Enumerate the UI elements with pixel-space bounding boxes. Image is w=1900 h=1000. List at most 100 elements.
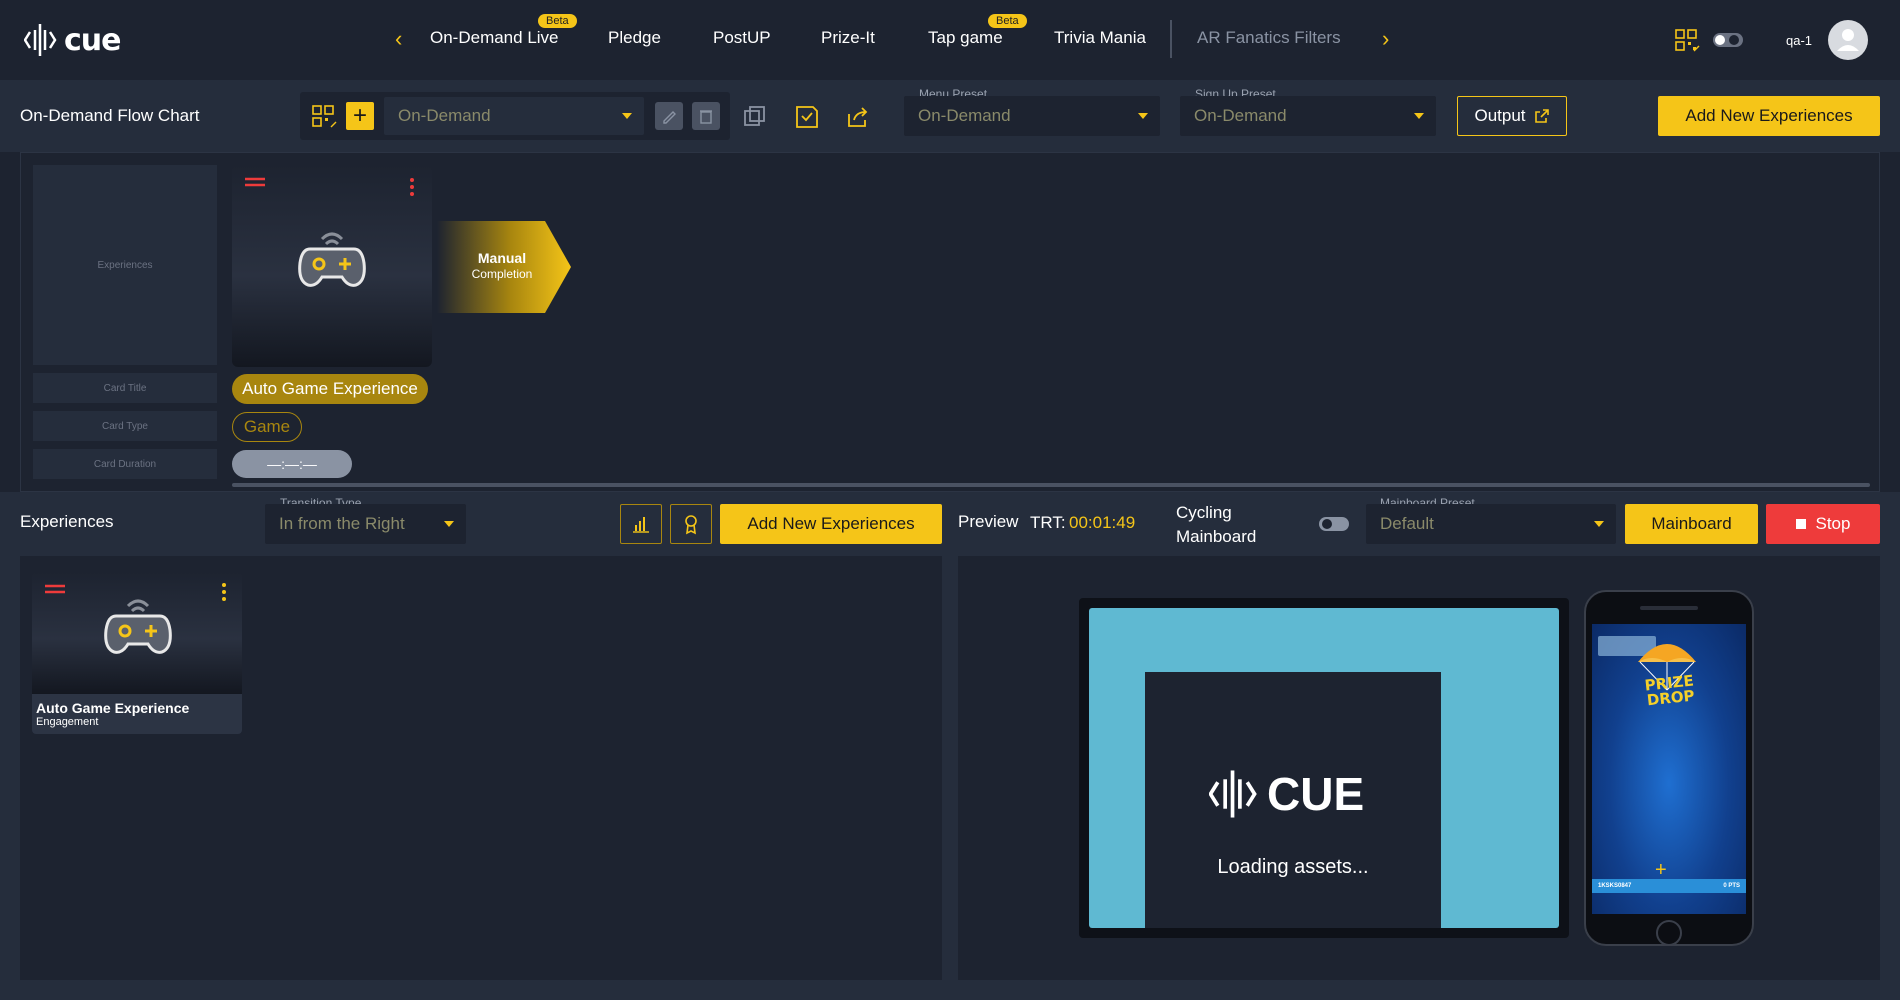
phone-screen: PRIZE DROP + 1KSKS0847 0 PTS [1592,624,1746,914]
beta-badge: Beta [538,14,577,28]
cycling-mainboard-label: Cycling Mainboard [1176,503,1257,546]
chevron-down-icon [1414,113,1424,119]
share-icon[interactable] [845,104,871,130]
transition-type-select[interactable]: In from the Right [265,504,466,544]
external-link-icon [1534,109,1549,123]
add-new-experiences-button[interactable]: Add New Experiences [1658,96,1880,136]
experience-card-subtitle: Engagement [36,716,99,728]
card-duration-pill[interactable]: —:—:— [232,450,352,478]
ghost-experiences-slot: Experiences [33,165,217,365]
top-nav: cue ‹ Beta On-Demand Live Pledge PostUP … [0,0,1900,80]
add-flow-button[interactable]: + [346,102,374,130]
output-button[interactable]: Output [1457,96,1567,136]
menu-preset-value: On-Demand [918,106,1011,125]
stop-button[interactable]: Stop [1766,504,1880,544]
phone-preview-frame: PRIZE DROP + 1KSKS0847 0 PTS [1584,590,1754,946]
transition-type-value: In from the Right [279,514,405,533]
duplicate-icon[interactable] [742,104,768,130]
card-type-pill[interactable]: Game [232,412,302,442]
loading-text: Loading assets... [1217,856,1369,878]
page-title: On-Demand Flow Chart [20,106,200,125]
nav-item-ar-fanatics-filters[interactable]: AR Fanatics Filters [1197,28,1341,48]
pencil-icon [663,111,676,124]
completion-title: Manual [477,250,527,266]
phone-home-button [1656,920,1682,946]
screen-logo-text: CUE [1267,768,1365,820]
screen-cue-logo: CUE [1209,762,1364,826]
nav-item-on-demand-live[interactable]: On-Demand Live [430,28,559,48]
crosshair-icon: + [1655,859,1667,881]
experiences-toolbar: Experiences Transition Type In from the … [0,492,1900,556]
cycling-toggle[interactable] [1318,514,1350,534]
chevron-down-icon [1594,521,1604,527]
phone-points: 0 PTS [1723,883,1740,889]
experiences-title: Experiences [20,512,114,531]
more-options-icon[interactable] [408,177,416,197]
mainboard-preset-value: Default [1380,514,1434,533]
analytics-button[interactable] [620,504,662,544]
signup-preset-value: On-Demand [1194,106,1287,125]
chevron-down-icon [1138,113,1148,119]
gamepad-icon [298,232,366,287]
ghost-card-type: Card Type [33,411,217,441]
mainboard-preset-select[interactable]: Default [1366,504,1616,544]
flow-select-value: On-Demand [398,106,491,125]
nav-next-arrow-icon[interactable]: › [1382,26,1389,52]
cue-logo-icon [1209,770,1257,818]
qr-code-icon[interactable] [312,105,338,129]
user-icon [1837,29,1859,51]
signup-preset-select[interactable]: On-Demand [1180,96,1436,136]
gamepad-icon [104,599,172,654]
theme-toggle-icon[interactable] [1712,30,1744,50]
nav-item-pledge[interactable]: Pledge [608,28,661,48]
ghost-card-duration: Card Duration [33,449,217,479]
experience-card-title: Auto Game Experience [36,700,190,716]
flow-toolbar: On-Demand Flow Chart + On-Demand Menu Pr… [0,80,1900,152]
avatar[interactable] [1828,20,1868,60]
phone-status-bar: 1KSKS0847 0 PTS [1592,879,1746,893]
preview-label: Preview [958,512,1019,531]
nav-separator [1170,20,1172,58]
nav-item-tap-game[interactable]: Tap game [928,28,1003,48]
preview-panel: CUE Loading assets... PRIZE DROP + 1KSKS… [958,556,1880,980]
chevron-down-icon [444,521,454,527]
completion-subtitle: Completion [471,267,533,281]
delete-button[interactable] [692,102,720,130]
nav-item-trivia-mania[interactable]: Trivia Mania [1054,28,1146,48]
flow-canvas: Experiences Card Title Card Type Card Du… [20,152,1880,492]
horizontal-scrollbar[interactable] [232,483,1870,487]
flow-card[interactable] [232,165,432,367]
edit-button[interactable] [655,102,683,130]
mainboard-preview-frame: CUE Loading assets... [1079,598,1569,938]
save-icon[interactable] [794,104,820,130]
trt-label: TRT: [1030,513,1066,532]
mainboard-button[interactable]: Mainboard [1625,504,1758,544]
drag-handle-icon[interactable] [44,582,66,596]
nav-prev-arrow-icon[interactable]: ‹ [395,26,402,52]
drag-handle-icon[interactable] [244,175,266,189]
chevron-down-icon [622,113,632,119]
card-title-pill[interactable]: Auto Game Experience [232,374,428,404]
output-label: Output [1474,106,1526,125]
nav-item-prize-it[interactable]: Prize-It [821,28,875,48]
beta-badge: Beta [988,14,1027,28]
trash-icon [700,110,712,124]
user-name: qa-1 [1786,33,1813,48]
flow-select[interactable]: On-Demand [384,97,644,135]
phone-player-id: 1KSKS0847 [1598,883,1632,889]
logo-text: cue [64,22,121,58]
cue-logo-icon [24,24,57,56]
experience-card[interactable] [32,572,242,694]
qr-code-icon[interactable] [1675,29,1701,53]
loading-panel: CUE Loading assets... [1145,672,1441,928]
cue-logo[interactable]: cue [24,20,121,60]
add-new-experiences-button[interactable]: Add New Experiences [720,504,942,544]
prize-button[interactable] [670,504,712,544]
experience-card-footer[interactable]: Auto Game Experience Engagement [32,694,242,734]
stop-label: Stop [1815,514,1851,533]
bar-chart-icon [633,517,649,533]
nav-item-postup[interactable]: PostUP [713,28,771,48]
more-options-icon[interactable] [220,582,228,602]
trt-value: 00:01:49 [1069,513,1136,532]
menu-preset-select[interactable]: On-Demand [904,96,1160,136]
